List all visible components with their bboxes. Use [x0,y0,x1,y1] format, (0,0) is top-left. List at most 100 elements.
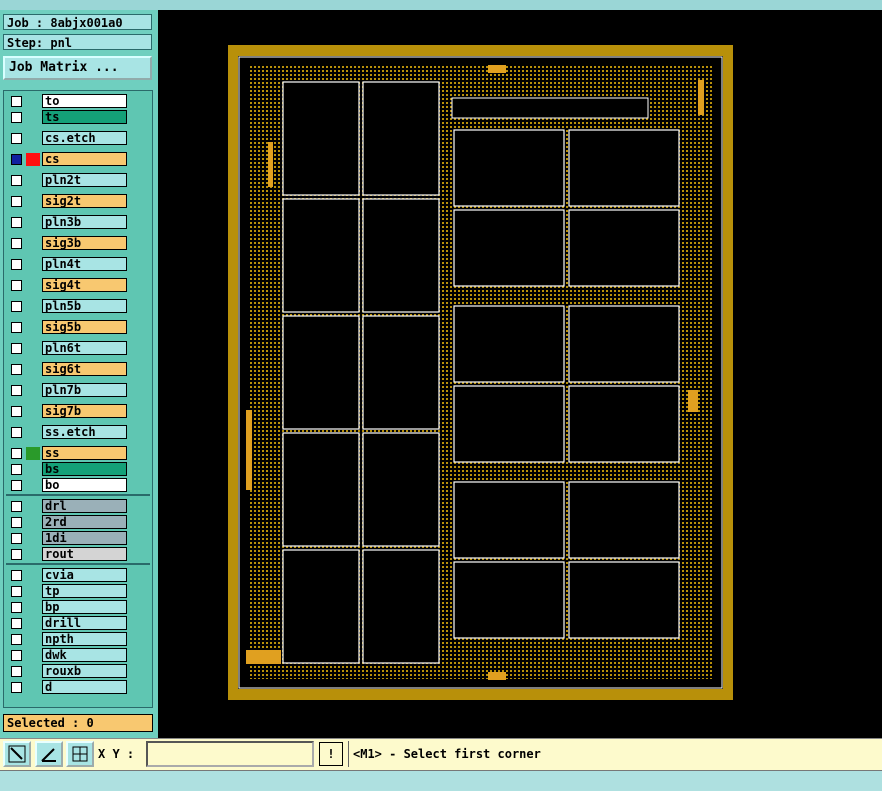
layer-row-sig6t[interactable]: sig6t [8,362,129,377]
layer-checkbox[interactable] [11,549,22,560]
layer-name[interactable]: sig4t [42,278,127,292]
layer-checkbox[interactable] [11,175,22,186]
layer-checkbox[interactable] [11,154,22,165]
layer-checkbox[interactable] [11,666,22,677]
layer-row-2rd[interactable]: 2rd [8,515,129,530]
job-matrix-button[interactable]: Job Matrix ... [3,56,152,80]
layer-row-cs-etch[interactable]: cs.etch [8,131,129,146]
layer-name[interactable]: drill [42,616,127,630]
layer-name[interactable]: pln7b [42,383,127,397]
layer-row-drill[interactable]: drill [8,616,129,631]
layer-checkbox[interactable] [11,501,22,512]
layer-checkbox[interactable] [11,301,22,312]
layer-checkbox[interactable] [11,112,22,123]
layer-name[interactable]: sig6t [42,362,127,376]
layer-row-ss-etch[interactable]: ss.etch [8,425,129,440]
layer-row-1di[interactable]: 1di [8,531,129,546]
layer-checkbox[interactable] [11,259,22,270]
snap-grid-icon[interactable] [66,741,94,767]
layer-row-cs[interactable]: cs [8,152,129,167]
layer-row-to[interactable]: to [8,94,129,109]
graphic-canvas[interactable] [158,10,882,738]
layer-name[interactable]: bs [42,462,127,476]
layer-name[interactable]: ss.etch [42,425,127,439]
layer-checkbox[interactable] [11,196,22,207]
layer-row-sig3b[interactable]: sig3b [8,236,129,251]
layer-checkbox[interactable] [11,427,22,438]
layer-name[interactable]: pln6t [42,341,127,355]
layer-checkbox[interactable] [11,650,22,661]
layer-name[interactable]: 2rd [42,515,127,529]
layer-checkbox[interactable] [11,533,22,544]
layer-name[interactable]: rouxb [42,664,127,678]
layer-name[interactable]: pln4t [42,257,127,271]
layer-name[interactable]: bp [42,600,127,614]
layer-name[interactable]: npth [42,632,127,646]
zoom-fit-icon[interactable] [3,741,31,767]
layer-checkbox[interactable] [11,618,22,629]
layer-row-cvia[interactable]: cvia [8,568,129,583]
layer-name[interactable]: dwk [42,648,127,662]
layer-row-bs[interactable]: bs [8,462,129,477]
layer-row-bp[interactable]: bp [8,600,129,615]
layer-row-ts[interactable]: ts [8,110,129,125]
layer-row-sig4t[interactable]: sig4t [8,278,129,293]
layer-color-swatch[interactable] [26,153,40,166]
layer-row-pln7b[interactable]: pln7b [8,383,129,398]
layer-checkbox[interactable] [11,448,22,459]
execute-button[interactable]: ! [319,742,343,766]
layer-checkbox[interactable] [11,586,22,597]
layer-checkbox[interactable] [11,406,22,417]
layer-checkbox[interactable] [11,480,22,491]
layer-row-pln6t[interactable]: pln6t [8,341,129,356]
layer-checkbox[interactable] [11,464,22,475]
layer-name[interactable]: cs.etch [42,131,127,145]
layer-row-bo[interactable]: bo [8,478,129,493]
layer-name[interactable]: sig2t [42,194,127,208]
layer-name[interactable]: cvia [42,568,127,582]
layer-name[interactable]: sig3b [42,236,127,250]
layer-checkbox[interactable] [11,238,22,249]
layer-checkbox[interactable] [11,322,22,333]
layer-name[interactable]: sig5b [42,320,127,334]
layer-checkbox[interactable] [11,96,22,107]
layer-row-sig5b[interactable]: sig5b [8,320,129,335]
layer-checkbox[interactable] [11,343,22,354]
layer-name[interactable]: rout [42,547,127,561]
layer-name[interactable]: tp [42,584,127,598]
layer-name[interactable]: cs [42,152,127,166]
layer-checkbox[interactable] [11,217,22,228]
layer-color-swatch[interactable] [26,447,40,460]
layer-row-pln2t[interactable]: pln2t [8,173,129,188]
measure-icon[interactable] [35,741,63,767]
layer-row-ss[interactable]: ss [8,446,129,461]
layer-row-d[interactable]: d [8,680,129,695]
layer-name[interactable]: sig7b [42,404,127,418]
layer-row-dwk[interactable]: dwk [8,648,129,663]
layer-checkbox[interactable] [11,602,22,613]
layer-checkbox[interactable] [11,133,22,144]
layer-row-pln5b[interactable]: pln5b [8,299,129,314]
layer-checkbox[interactable] [11,280,22,291]
layer-name[interactable]: ts [42,110,127,124]
layer-row-tp[interactable]: tp [8,584,129,599]
layer-row-sig2t[interactable]: sig2t [8,194,129,209]
layer-name[interactable]: pln2t [42,173,127,187]
layer-checkbox[interactable] [11,385,22,396]
layer-checkbox[interactable] [11,682,22,693]
layer-checkbox[interactable] [11,634,22,645]
layer-name[interactable]: ss [42,446,127,460]
layer-row-npth[interactable]: npth [8,632,129,647]
layer-row-rout[interactable]: rout [8,547,129,562]
layer-row-pln3b[interactable]: pln3b [8,215,129,230]
layer-row-rouxb[interactable]: rouxb [8,664,129,679]
layer-name[interactable]: bo [42,478,127,492]
layer-name[interactable]: 1di [42,531,127,545]
layer-name[interactable]: to [42,94,127,108]
layer-checkbox[interactable] [11,570,22,581]
layer-row-sig7b[interactable]: sig7b [8,404,129,419]
layer-row-drl[interactable]: drl [8,499,129,514]
layer-name[interactable]: d [42,680,127,694]
layer-checkbox[interactable] [11,517,22,528]
xy-input[interactable] [146,741,314,767]
